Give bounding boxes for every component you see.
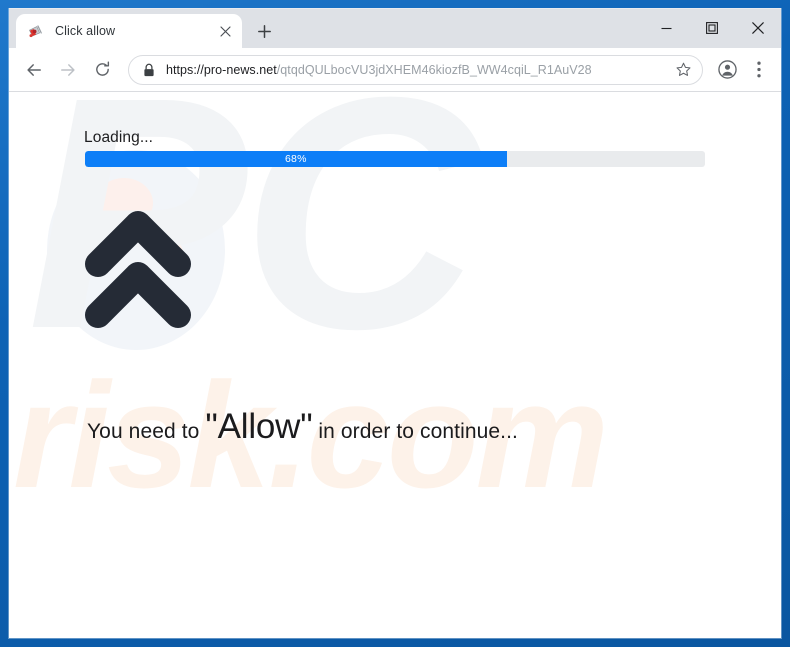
browser-toolbar: https://pro-news.net/qtqdQULbocVU3jdXHEM… [9, 48, 781, 92]
lock-icon [141, 62, 156, 77]
progress-bar-fill: 68% [85, 151, 507, 167]
profile-avatar-icon[interactable] [713, 56, 741, 84]
watermark: PC risk.com [9, 92, 781, 638]
allow-message-prefix: You need to [87, 420, 206, 443]
window-controls [643, 8, 781, 48]
tab-title: Click allow [55, 24, 116, 38]
tab-strip: Click allow [9, 8, 781, 48]
allow-message: You need to "Allow" in order to continue… [87, 407, 518, 447]
forward-button[interactable] [53, 55, 83, 85]
window-outer-frame: Click allow https://pro-news.net/qtqdQUL… [0, 0, 790, 647]
close-button[interactable] [735, 8, 781, 48]
reload-button[interactable] [87, 55, 117, 85]
allow-message-suffix: in order to continue... [312, 420, 518, 443]
double-chevron-up-icon [79, 202, 199, 337]
new-tab-button[interactable] [250, 17, 278, 45]
chrome-browser-window: Click allow https://pro-news.net/qtqdQUL… [9, 8, 781, 638]
url-text: https://pro-news.net/qtqdQULbocVU3jdXHEM… [166, 63, 668, 77]
allow-message-emphasis: "Allow" [205, 407, 313, 446]
bookmark-star-icon[interactable] [672, 59, 694, 81]
three-dot-menu-icon[interactable] [745, 56, 773, 84]
progress-percent-label: 68% [284, 153, 307, 165]
page-viewport: PC risk.com Loading... 68% You need to "… [9, 92, 781, 638]
url-scheme-host: https://pro-news.net [166, 62, 277, 77]
address-bar[interactable]: https://pro-news.net/qtqdQULbocVU3jdXHEM… [128, 54, 703, 85]
url-path: /qtqdQULbocVU3jdXHEM46kiozfB_WW4cqiL_R1A… [276, 62, 592, 77]
back-button[interactable] [19, 55, 49, 85]
tab-close-icon[interactable] [216, 22, 234, 40]
megaphone-icon [27, 23, 44, 40]
progress-bar-track: 68% [85, 151, 705, 167]
loading-label: Loading... [84, 129, 154, 146]
minimize-button[interactable] [643, 8, 689, 48]
browser-tab[interactable]: Click allow [16, 14, 242, 48]
maximize-button[interactable] [689, 8, 735, 48]
